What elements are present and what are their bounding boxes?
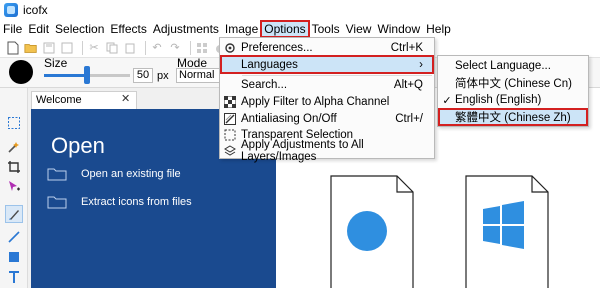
windows-document-icon[interactable] [465, 175, 549, 288]
magic-wand-icon[interactable] [5, 138, 23, 156]
languages-submenu: Select Language... 简体中文 (Chinese Cn) ✓ E… [437, 55, 589, 127]
mode-select[interactable]: Normal [176, 68, 224, 83]
menu-item-label: Languages [241, 58, 298, 71]
marquee-select-icon[interactable] [5, 114, 23, 132]
crop-icon[interactable] [5, 158, 23, 176]
new-file-icon[interactable] [6, 41, 20, 55]
menu-item-languages[interactable]: Languages › [220, 55, 434, 74]
layers-icon [223, 144, 237, 158]
move-icon[interactable] [5, 178, 23, 196]
redo-icon[interactable]: ↷ [168, 41, 182, 55]
window-title: icofx [23, 3, 48, 17]
checkmark-icon: ✓ [442, 94, 452, 107]
menu-item-label: Preferences... [241, 41, 313, 54]
copy-icon[interactable] [105, 41, 119, 55]
size-unit-label: px [157, 70, 169, 82]
menu-tools[interactable]: Tools [309, 21, 343, 37]
rectangle-tool-icon[interactable] [5, 248, 23, 266]
toolbar-divider [145, 40, 146, 55]
submenu-arrow-icon: › [419, 58, 423, 71]
menu-item-label: Apply Adjustments to All Layers/Images [241, 138, 364, 163]
toolbar-divider [82, 40, 83, 55]
size-label: Size [44, 56, 68, 70]
title-bar: icofx [0, 0, 600, 20]
welcome-open-heading: Open [51, 133, 105, 158]
undo-icon[interactable]: ↶ [150, 41, 164, 55]
search-icon [223, 78, 237, 92]
size-slider-fill [44, 74, 87, 77]
folder-icon [47, 196, 67, 209]
folder-icon [47, 168, 67, 181]
gear-icon [223, 41, 237, 55]
options-dropdown: Preferences... Ctrl+K Languages › Search… [219, 37, 435, 163]
menu-item-label: Search... [241, 78, 288, 91]
language-label: English (English) [455, 94, 542, 106]
language-option-chinese-zh[interactable]: 繁體中文 (Chinese Zh) [438, 108, 588, 126]
menu-item-label: Antialiasing On/Off [241, 112, 337, 125]
apple-document-icon[interactable] [330, 175, 414, 288]
shortcut-label: Ctrl+K [390, 41, 423, 54]
line-tool-icon[interactable] [5, 228, 23, 246]
language-label: 简体中文 (Chinese Cn) [455, 78, 572, 90]
text-tool-icon[interactable] [5, 268, 23, 286]
close-tab-icon[interactable]: ✕ [121, 92, 130, 105]
open-existing-link[interactable]: Open an existing file [47, 167, 181, 181]
menu-item-apply-adjustments[interactable]: Apply Adjustments to All Layers/Images [221, 139, 433, 163]
close-file-icon[interactable] [60, 41, 74, 55]
menu-file[interactable]: File [0, 21, 25, 37]
menu-item-antialiasing[interactable]: Antialiasing On/Off Ctrl+/ [221, 110, 433, 127]
brush-preview[interactable] [9, 60, 33, 84]
menu-effects[interactable]: Effects [107, 21, 149, 37]
size-value-field[interactable]: 50 [133, 68, 153, 83]
menu-adjustments[interactable]: Adjustments [150, 21, 222, 37]
menu-options[interactable]: Options [260, 20, 310, 38]
extract-icons-link[interactable]: Extract icons from files [47, 195, 192, 209]
windows-icon[interactable] [195, 41, 209, 55]
menu-edit[interactable]: Edit [25, 21, 52, 37]
shortcut-label: Ctrl+/ [395, 112, 423, 125]
menu-image[interactable]: Image [222, 21, 261, 37]
brush-tool-icon[interactable] [5, 205, 23, 223]
toolbar-divider [190, 40, 191, 55]
languages-icon [223, 58, 237, 72]
save-icon[interactable] [42, 41, 56, 55]
menu-item-preferences[interactable]: Preferences... Ctrl+K [221, 39, 433, 56]
size-slider-thumb[interactable] [84, 66, 90, 84]
menu-view[interactable]: View [343, 21, 375, 37]
language-option-select[interactable]: Select Language... [439, 58, 587, 74]
language-option-english[interactable]: ✓ English (English) [439, 92, 587, 108]
shortcut-label: Alt+Q [393, 78, 423, 91]
extract-icons-label: Extract icons from files [81, 196, 192, 208]
menu-item-label: Apply Filter to Alpha Channel [241, 95, 390, 108]
open-folder-icon[interactable] [24, 41, 38, 55]
menu-selection[interactable]: Selection [52, 21, 107, 37]
paste-icon[interactable] [123, 41, 137, 55]
antialias-icon [223, 112, 237, 126]
language-label: 繁體中文 (Chinese Zh) [455, 112, 571, 124]
open-existing-label: Open an existing file [81, 168, 181, 180]
menu-help[interactable]: Help [423, 21, 454, 37]
language-option-chinese-cn[interactable]: 简体中文 (Chinese Cn) [439, 75, 587, 91]
transparent-selection-icon [223, 128, 237, 142]
menu-window[interactable]: Window [374, 21, 423, 37]
checkerboard-icon [223, 95, 237, 109]
menu-item-search[interactable]: Search... Alt+Q [221, 76, 433, 93]
menu-item-apply-filter[interactable]: Apply Filter to Alpha Channel [221, 93, 433, 110]
language-label: Select Language... [455, 60, 551, 72]
menu-bar: File Edit Selection Effects Adjustments … [0, 20, 600, 38]
app-logo-icon [4, 3, 18, 17]
tool-strip [0, 88, 28, 288]
cut-icon[interactable]: ✂ [87, 41, 101, 55]
